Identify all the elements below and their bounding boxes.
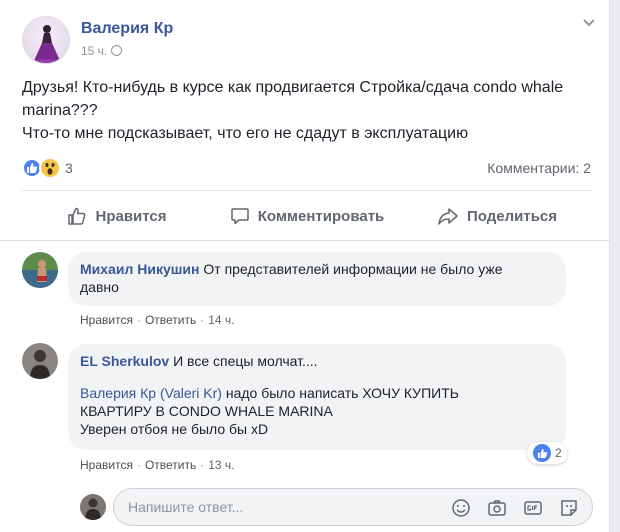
commenter-avatar[interactable] (22, 252, 58, 288)
comment-meta: Нравится · Ответить · 13 ч. (80, 458, 235, 472)
reactions-summary[interactable]: 3 (22, 157, 73, 179)
comment-text: Уверен отбоя не было бы xD (80, 421, 269, 437)
post-author-name[interactable]: Валерия Кр (81, 20, 173, 38)
current-user-avatar (80, 494, 106, 520)
comment-like-link[interactable]: Нравится (80, 313, 133, 327)
post-text-line: Друзья! Кто-нибудь в курсе как продвигае… (22, 79, 564, 96)
sticker-icon[interactable] (558, 497, 580, 519)
comment-mention[interactable]: Валерия Кр (Valeri Kr) (80, 385, 222, 401)
reply-tools (436, 497, 580, 519)
separator-dot: · (200, 313, 205, 327)
like-reaction-icon (533, 444, 551, 462)
comment-bubble: Михаил Никушин От представителей информа… (68, 252, 566, 306)
comment-text: От представителей информации не было уже (203, 261, 503, 277)
commenter-avatar[interactable] (22, 343, 58, 379)
camera-icon[interactable] (486, 497, 508, 519)
comment-reaction-count: 2 (555, 446, 562, 460)
share-button-label: Поделиться (466, 207, 558, 225)
post-card: Валерия Кр 15 ч. Друзья! Кто-нибудь в ку… (0, 0, 610, 532)
separator-dot: · (136, 313, 141, 327)
chevron-down-icon[interactable] (582, 18, 596, 28)
comments-count[interactable]: Комментарии: 2 (487, 160, 591, 176)
post-text-line: marina??? (22, 102, 98, 119)
globe-icon (111, 45, 123, 56)
comment-reply-link[interactable]: Ответить (145, 458, 196, 472)
comment-icon (230, 208, 249, 225)
emoji-icon[interactable] (450, 497, 472, 519)
commenter-name[interactable]: EL Sherkulov (80, 353, 169, 369)
wow-reaction-icon (39, 157, 61, 179)
post-actions-bar: Нравится Комментировать Поделиться (22, 196, 592, 236)
share-button[interactable]: Поделиться (402, 196, 592, 236)
post-text: Друзья! Кто-нибудь в курсе как продвигае… (22, 76, 602, 145)
like-button[interactable]: Нравится (22, 196, 212, 236)
comment-like-link[interactable]: Нравится (80, 458, 133, 472)
post-time[interactable]: 15 ч. (81, 44, 107, 58)
divider (0, 240, 610, 241)
post-timestamp[interactable]: 15 ч. (81, 44, 123, 58)
comment-meta: Нравится · Ответить · 14 ч. (80, 313, 235, 327)
comment-text: КВАРТИРУ В CONDO WHALE MARINA (80, 403, 333, 419)
author-avatar[interactable] (22, 16, 70, 64)
comment-reply-link[interactable]: Ответить (145, 313, 196, 327)
gif-icon[interactable] (522, 497, 544, 519)
share-icon (438, 208, 458, 225)
comment-text: И все спецы молчат.... (173, 353, 318, 369)
comment-button-label: Комментировать (257, 207, 385, 225)
comment-text: давно (80, 279, 119, 295)
comment-bubble: EL Sherkulov И все спецы молчат.... Вале… (68, 344, 566, 450)
post-text-line: Что-то мне подсказывает, что его не сдад… (22, 125, 469, 142)
reactions-count: 3 (65, 160, 73, 176)
comment-text: надо было написать ХОЧУ КУПИТЬ (221, 385, 459, 401)
reply-input[interactable]: Напишите ответ... (128, 489, 243, 525)
comment-time[interactable]: 14 ч. (208, 313, 234, 327)
divider (22, 190, 592, 191)
reply-input-box[interactable]: Напишите ответ... (113, 488, 593, 526)
like-button-label: Нравится (95, 207, 167, 225)
separator-dot: · (200, 458, 205, 472)
comment-time[interactable]: 13 ч. (208, 458, 234, 472)
thumbs-up-icon (68, 207, 86, 225)
separator-dot: · (136, 458, 141, 472)
comment-button[interactable]: Комментировать (212, 196, 402, 236)
comment-reactions[interactable]: 2 (527, 442, 567, 464)
commenter-name[interactable]: Михаил Никушин (80, 261, 199, 277)
